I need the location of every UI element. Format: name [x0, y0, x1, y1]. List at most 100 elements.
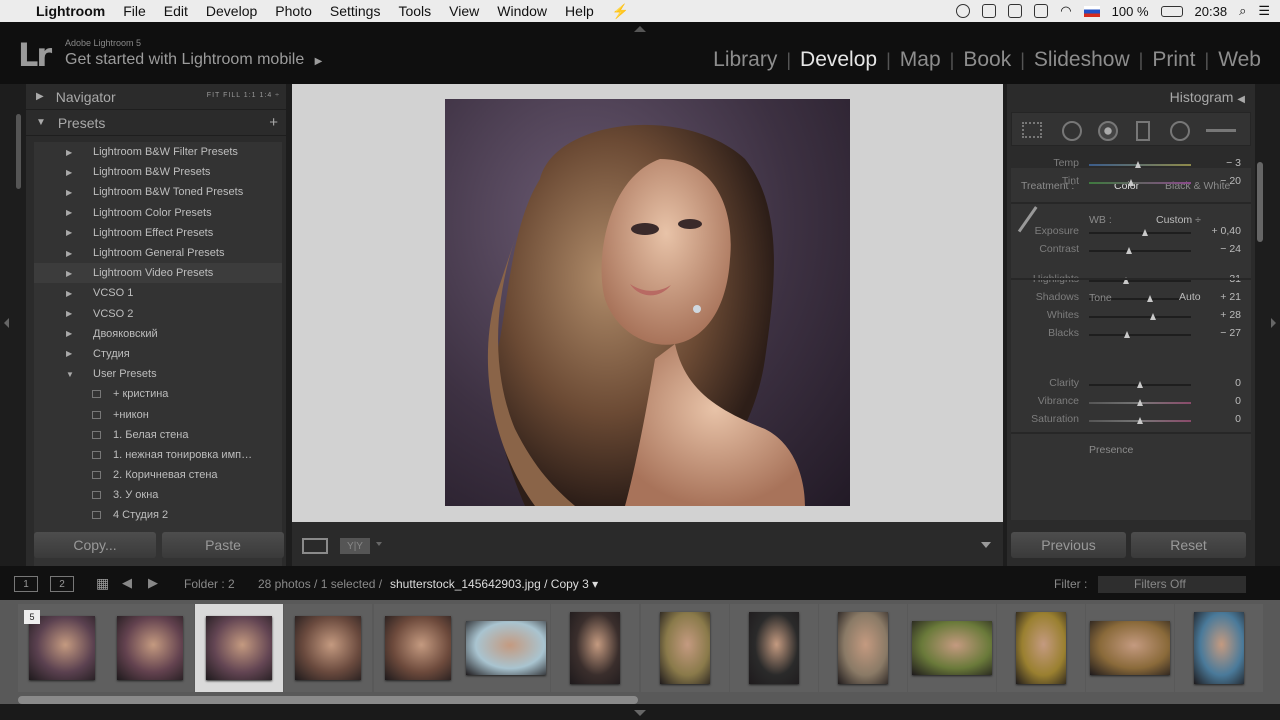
slider-track[interactable]: [1089, 179, 1191, 186]
chevron-down-icon[interactable]: ▼: [66, 370, 78, 379]
preset-item[interactable]: 1. нежная тонировка имп…: [34, 445, 282, 465]
preset-folder[interactable]: ▶ Lightroom General Presets: [34, 243, 282, 263]
chevron-right-icon[interactable]: ▶: [66, 309, 78, 318]
menu-window[interactable]: Window: [497, 3, 547, 19]
filmstrip-thumbnail[interactable]: [385, 616, 451, 680]
filmstrip-thumbnail[interactable]: [912, 621, 992, 675]
menu-view[interactable]: View: [449, 3, 479, 19]
menu-file[interactable]: File: [123, 3, 146, 19]
toolbar-options-icon[interactable]: [981, 542, 991, 548]
spot-removal-icon[interactable]: [1062, 121, 1082, 141]
slider-handle[interactable]: [1146, 295, 1153, 302]
filmstrip-thumbnail[interactable]: [838, 612, 888, 684]
slider-handle[interactable]: [1136, 381, 1143, 388]
mobile-promo[interactable]: Get started with Lightroom mobile ▶: [65, 51, 322, 69]
adjustment-brush-icon[interactable]: [1206, 129, 1236, 132]
crop-tool-icon[interactable]: [1022, 122, 1042, 138]
menu-develop[interactable]: Develop: [206, 3, 257, 19]
filmstrip-thumbnail[interactable]: [660, 612, 710, 684]
folder-label[interactable]: Folder : 2: [184, 577, 235, 591]
slider-value[interactable]: − 27: [1220, 327, 1241, 339]
preset-folder[interactable]: ▶ Lightroom Effect Presets: [34, 223, 282, 243]
image-viewer[interactable]: [292, 84, 1003, 522]
slider-track[interactable]: [1089, 313, 1191, 320]
preset-folder[interactable]: ▶ Lightroom Video Presets: [34, 263, 282, 284]
bottom-panel-toggle-icon[interactable]: [634, 710, 646, 716]
module-library[interactable]: Library: [704, 48, 786, 72]
navigator-zoom-options[interactable]: FIT FILL 1:1 1:4 ÷: [207, 92, 280, 99]
preset-folder[interactable]: ▶ Lightroom B&W Toned Presets: [34, 182, 282, 202]
slider-track[interactable]: [1089, 417, 1191, 424]
grid-icon[interactable]: ▦: [96, 575, 109, 592]
slider-handle[interactable]: [1128, 179, 1135, 186]
filmstrip-thumbnail[interactable]: [1090, 621, 1170, 675]
slider-handle[interactable]: [1136, 417, 1143, 424]
portrait-photo[interactable]: [445, 99, 850, 506]
filmstrip-cell[interactable]: [1175, 604, 1263, 692]
graduated-filter-icon[interactable]: [1136, 121, 1150, 141]
preset-folder[interactable]: ▶ Студия: [34, 344, 282, 364]
filmstrip-cell[interactable]: [551, 604, 639, 692]
slider-handle[interactable]: [1141, 229, 1148, 236]
module-book[interactable]: Book: [954, 48, 1020, 72]
slider-track[interactable]: [1089, 161, 1191, 168]
filmstrip-cell[interactable]: [1086, 604, 1174, 692]
preset-item[interactable]: 1. Белая стена: [34, 425, 282, 445]
filmstrip-cell[interactable]: [819, 604, 907, 692]
filmstrip-thumbnail[interactable]: [29, 616, 95, 680]
slider-handle[interactable]: [1126, 247, 1133, 254]
filmstrip-cell[interactable]: [462, 604, 550, 692]
app-menu[interactable]: Lightroom: [36, 3, 105, 19]
back-arrow-icon[interactable]: ◀: [122, 575, 132, 591]
forward-arrow-icon[interactable]: ▶: [148, 575, 158, 591]
clock[interactable]: 20:38: [1195, 4, 1228, 19]
slider-track[interactable]: [1089, 399, 1191, 406]
windows-icon[interactable]: [982, 4, 997, 18]
slider-track[interactable]: [1089, 331, 1191, 338]
reset-button[interactable]: Reset: [1131, 532, 1246, 558]
loupe-view-button[interactable]: [302, 538, 328, 554]
filmstrip-thumbnail[interactable]: [117, 616, 183, 680]
slider-track[interactable]: [1089, 277, 1191, 284]
slider-value[interactable]: 0: [1235, 377, 1241, 389]
preset-folder[interactable]: ▶ Lightroom B&W Presets: [34, 162, 282, 182]
paste-button[interactable]: Paste: [162, 532, 284, 558]
chevron-right-icon[interactable]: ▶: [66, 329, 78, 338]
preset-folder[interactable]: ▶ VCSO 1: [34, 283, 282, 303]
before-after-button[interactable]: Y|Y: [340, 538, 370, 554]
filmstrip-scrollbar[interactable]: [18, 696, 638, 704]
filmstrip-thumbnail[interactable]: [749, 612, 799, 684]
slider-value[interactable]: 0: [1235, 395, 1241, 407]
preset-folder[interactable]: ▶ Двояковский: [34, 324, 282, 344]
secondary-window-button[interactable]: 2: [50, 576, 74, 592]
chevron-right-icon[interactable]: ▶: [66, 208, 78, 217]
chevron-right-icon[interactable]: ▶: [66, 168, 78, 177]
stack-count-badge[interactable]: 5: [24, 610, 40, 624]
chevron-right-icon[interactable]: ▶: [66, 228, 78, 237]
battery-icon[interactable]: [1160, 5, 1183, 17]
navigator-header[interactable]: ▶ Navigator FIT FILL 1:1 1:4 ÷: [26, 84, 286, 110]
wifi-icon[interactable]: ◠: [1060, 3, 1071, 19]
module-print[interactable]: Print: [1143, 48, 1204, 72]
slider-track[interactable]: [1089, 247, 1191, 254]
filmstrip-thumbnail[interactable]: [466, 621, 546, 675]
record-icon[interactable]: [956, 4, 971, 18]
preset-folder[interactable]: ▶ VCSO 2: [34, 304, 282, 324]
preset-item[interactable]: 3. У окна: [34, 485, 282, 505]
chevron-right-icon[interactable]: ▶: [66, 269, 78, 278]
top-panel-toggle-icon[interactable]: [634, 26, 646, 32]
primary-window-button[interactable]: 1: [14, 576, 38, 592]
module-develop[interactable]: Develop: [791, 48, 886, 72]
menu-list-icon[interactable]: ☰: [1258, 3, 1270, 19]
filmstrip-thumbnail[interactable]: [570, 612, 620, 684]
slider-value[interactable]: − 20: [1220, 175, 1241, 187]
filmstrip-thumbnail[interactable]: [1016, 612, 1066, 684]
right-scrollbar[interactable]: [1257, 162, 1263, 242]
left-panel-toggle-icon[interactable]: [4, 318, 9, 328]
preset-folder[interactable]: ▶ Lightroom Color Presets: [34, 203, 282, 223]
preset-folder[interactable]: ▼ User Presets: [34, 364, 282, 384]
radial-filter-icon[interactable]: [1170, 121, 1190, 141]
menu-help[interactable]: Help: [565, 3, 594, 19]
preset-item[interactable]: 4 Студия 2: [34, 505, 282, 525]
slider-handle[interactable]: [1124, 331, 1131, 338]
